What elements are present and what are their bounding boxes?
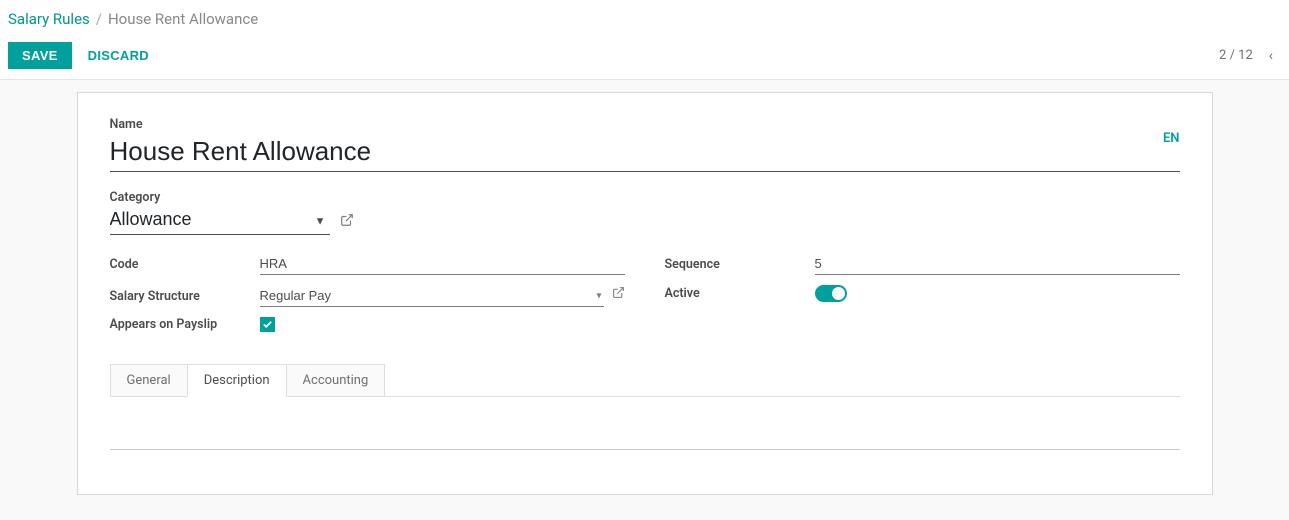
tab-description[interactable]: Description [187,364,287,397]
tab-general[interactable]: General [110,364,188,396]
sequence-label: Sequence [665,257,815,272]
category-label: Category [110,190,1180,205]
tabs: General Description Accounting [110,364,1180,397]
save-button[interactable]: SAVE [8,42,72,69]
appears-on-payslip-label: Appears on Payslip [110,317,260,332]
discard-button[interactable]: DISCARD [88,48,149,63]
form-sheet: EN Name Category ▼ Code [77,92,1213,495]
active-label: Active [665,286,815,301]
language-button[interactable]: EN [1163,131,1180,146]
tab-accounting[interactable]: Accounting [286,364,386,396]
code-label: Code [110,257,260,272]
name-label: Name [110,117,1180,132]
breadcrumb-separator: / [96,10,102,28]
external-link-icon[interactable] [612,286,625,307]
salary-structure-select[interactable] [260,285,604,307]
pager-text: 2 / 12 [1219,48,1253,63]
appears-on-payslip-checkbox[interactable] [260,317,275,332]
breadcrumb-current: House Rent Allowance [108,10,258,28]
name-input[interactable] [110,134,1180,172]
pager-prev-icon[interactable]: ‹ [1265,46,1277,66]
breadcrumb-root-link[interactable]: Salary Rules [8,10,90,28]
breadcrumb: Salary Rules / House Rent Allowance [8,10,1281,28]
external-link-icon[interactable] [340,213,354,235]
description-textarea[interactable] [110,411,1180,450]
code-input[interactable] [260,253,625,275]
active-toggle[interactable] [815,285,847,302]
category-select[interactable] [110,207,330,235]
structure-label: Salary Structure [110,289,260,304]
chevron-down-icon: ▾ [596,291,601,302]
sequence-input[interactable] [815,253,1180,275]
